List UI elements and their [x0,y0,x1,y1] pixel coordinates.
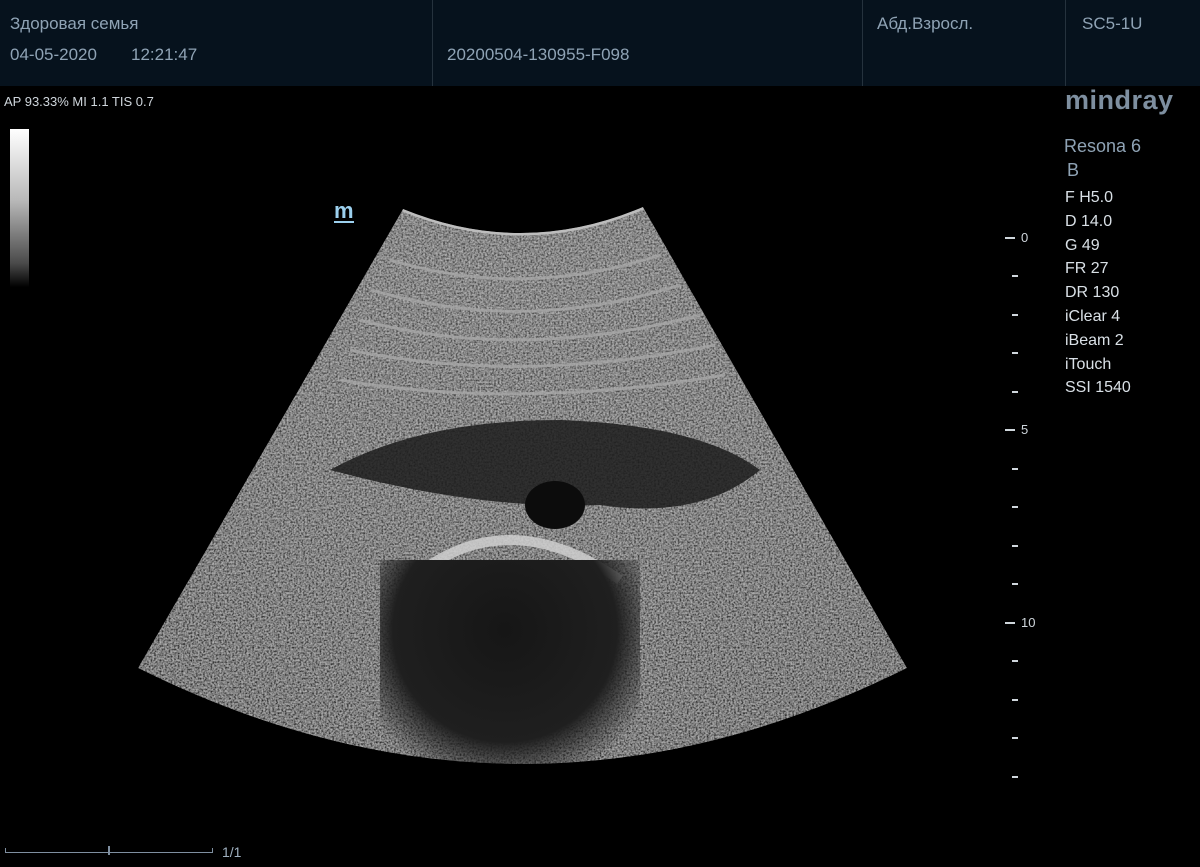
depth-minor-tick [1012,583,1018,585]
depth-minor-tick [1012,776,1018,778]
param-ssi: SSI 1540 [1065,379,1131,397]
param-itouch: iTouch [1065,355,1112,373]
depth-minor-tick [1012,314,1018,316]
param-depth: D 14.0 [1065,212,1113,230]
param-dynamic-range: DR 130 [1065,284,1120,302]
imaging-mode: B [1067,160,1080,180]
param-ibeam: iBeam 2 [1065,331,1124,349]
depth-minor-tick [1012,468,1018,470]
param-frequency: F H5.0 [1065,189,1114,206]
param-iclear: iClear 4 [1065,307,1121,325]
cine-ruler-tick [5,848,6,853]
depth-minor-tick [1012,506,1018,508]
orientation-marker: m [334,198,354,223]
depth-minor-tick [1012,699,1018,701]
depth-label: 0 [1021,230,1029,245]
brand-logo: mindray [1065,85,1174,115]
depth-minor-tick [1012,660,1018,662]
depth-major-tick [1005,429,1015,431]
depth-major-tick [1005,622,1015,624]
depth-label: 5 [1021,422,1029,437]
depth-minor-tick [1012,391,1018,393]
depth-major-tick [1005,237,1015,239]
param-gain: G 49 [1065,236,1100,254]
depth-minor-tick [1012,275,1018,277]
cine-page-indicator: 1/1 [222,844,242,860]
imaging-params-list: F H5.0 D 14.0 G 49 FR 27 DR 130 iClear 4… [1065,186,1131,400]
param-frame-rate: FR 27 [1065,260,1109,278]
cine-ruler-tick [212,848,213,853]
depth-minor-tick [1012,545,1018,547]
depth-minor-tick [1012,737,1018,739]
system-model: Resona 6 [1064,136,1142,156]
cine-ruler[interactable] [5,846,213,855]
depth-label: 10 [1021,615,1036,630]
depth-minor-tick [1012,352,1018,354]
depth-scale: 0 5 10 [1003,228,1063,788]
cine-position-marker[interactable] [108,846,110,855]
